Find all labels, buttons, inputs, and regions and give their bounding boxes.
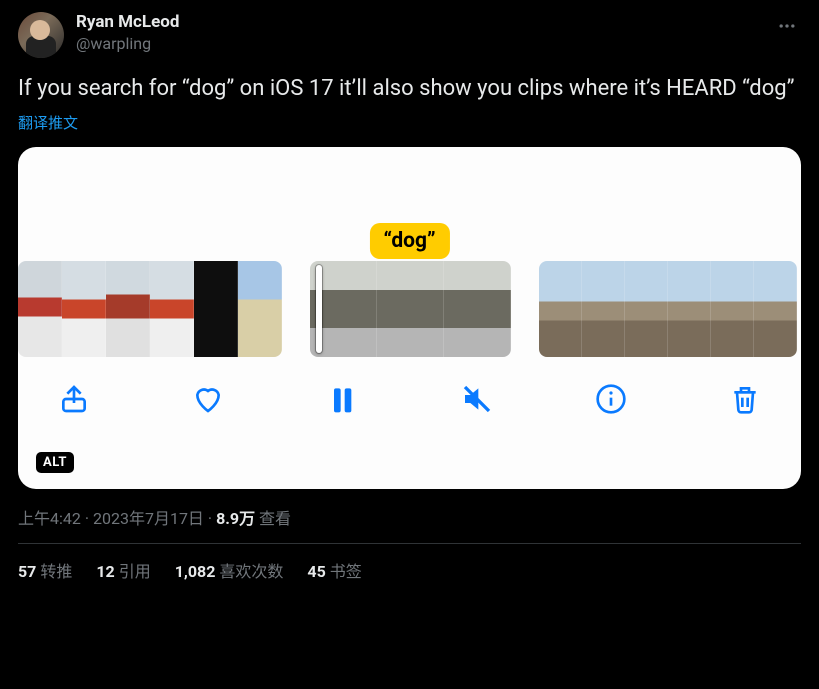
handle: @warpling bbox=[76, 34, 773, 53]
clip-frame bbox=[194, 261, 238, 357]
clip-frame bbox=[444, 261, 511, 357]
views-count: 8.9万 bbox=[216, 509, 255, 528]
clip-frame bbox=[668, 261, 711, 357]
tweet-header: Ryan McLeod @warpling bbox=[18, 12, 801, 58]
clip-frame bbox=[582, 261, 625, 357]
retweets-stat[interactable]: 57转推 bbox=[18, 558, 72, 582]
share-button[interactable] bbox=[58, 383, 90, 415]
tweet-text: If you search for “dog” on iOS 17 it’ll … bbox=[18, 74, 801, 104]
post-time[interactable]: 上午4:42 bbox=[18, 509, 81, 528]
bookmarks-stat[interactable]: 45书签 bbox=[307, 558, 361, 582]
views-label: 查看 bbox=[255, 509, 291, 528]
clip-frame bbox=[711, 261, 754, 357]
pause-icon bbox=[326, 383, 358, 415]
more-icon bbox=[777, 16, 797, 36]
clip-frame bbox=[18, 261, 62, 357]
info-icon bbox=[595, 383, 627, 415]
media-card[interactable]: “dog” bbox=[18, 147, 801, 489]
clip-frame bbox=[150, 261, 194, 357]
display-name: Ryan McLeod bbox=[76, 12, 773, 32]
clip-frame bbox=[377, 261, 444, 357]
author-block[interactable]: Ryan McLeod @warpling bbox=[76, 12, 773, 53]
translate-link[interactable]: 翻译推文 bbox=[18, 112, 801, 133]
pause-button[interactable] bbox=[326, 383, 358, 415]
mute-button[interactable] bbox=[461, 383, 493, 415]
trash-icon bbox=[729, 383, 761, 415]
heart-icon bbox=[192, 383, 224, 415]
mute-icon bbox=[461, 383, 493, 415]
clip-group[interactable] bbox=[539, 261, 797, 357]
meta-row: 上午4:42 · 2023年7月17日 · 8.9万 查看 bbox=[18, 505, 801, 529]
info-button[interactable] bbox=[595, 383, 627, 415]
tweet-container: Ryan McLeod @warpling If you search for … bbox=[0, 0, 819, 582]
alt-badge[interactable]: ALT bbox=[36, 452, 74, 473]
clip-frame bbox=[62, 261, 106, 357]
playhead[interactable] bbox=[316, 265, 322, 353]
clip-group[interactable] bbox=[310, 261, 511, 357]
clip-gap bbox=[511, 261, 539, 357]
clip-group[interactable] bbox=[18, 261, 282, 357]
clip-frame bbox=[754, 261, 797, 357]
clip-frame bbox=[238, 261, 282, 357]
media-toolbar bbox=[18, 357, 801, 415]
search-term-badge: “dog” bbox=[369, 223, 449, 259]
like-button[interactable] bbox=[192, 383, 224, 415]
more-button[interactable] bbox=[773, 12, 801, 45]
clip-frame bbox=[625, 261, 668, 357]
share-icon bbox=[58, 383, 90, 415]
likes-stat[interactable]: 1,082喜欢次数 bbox=[175, 558, 284, 582]
post-date[interactable]: 2023年7月17日 bbox=[93, 509, 204, 528]
stats-row: 57转推 12引用 1,082喜欢次数 45书签 bbox=[18, 544, 801, 582]
clip-timeline[interactable] bbox=[18, 261, 801, 357]
clip-frame bbox=[106, 261, 150, 357]
clip-frame bbox=[539, 261, 582, 357]
clip-gap bbox=[282, 261, 310, 357]
avatar[interactable] bbox=[18, 12, 64, 58]
delete-button[interactable] bbox=[729, 383, 761, 415]
quotes-stat[interactable]: 12引用 bbox=[96, 558, 150, 582]
